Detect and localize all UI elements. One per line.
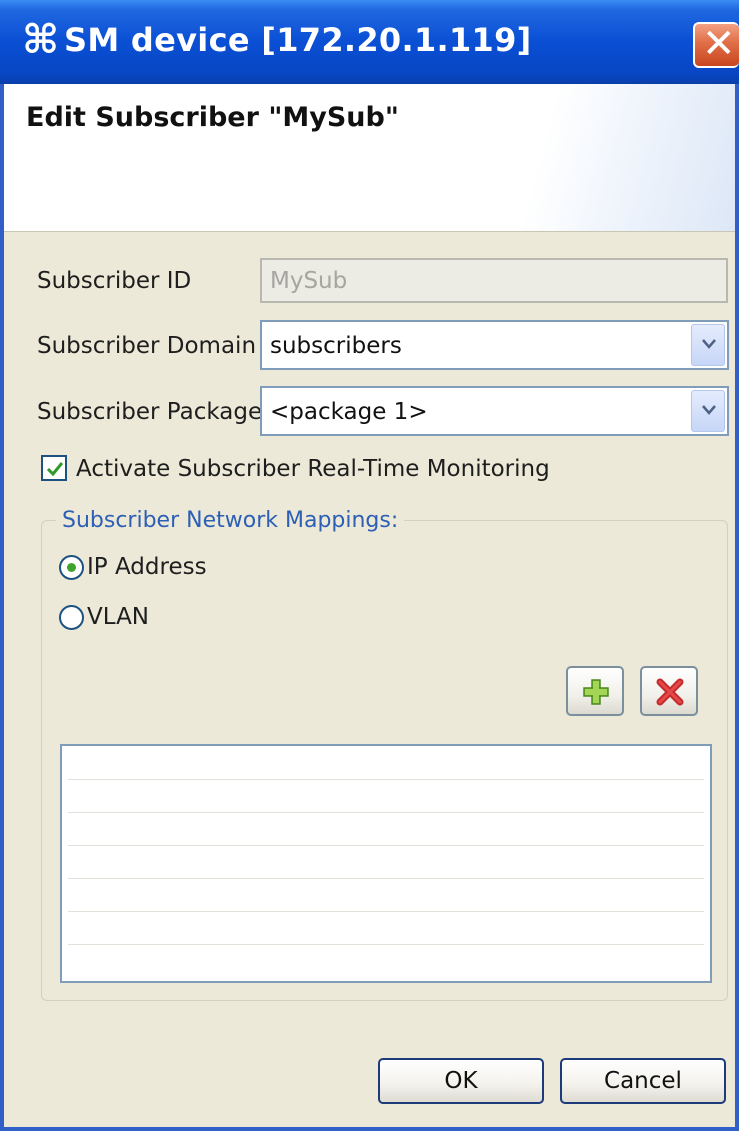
checkmark-icon [46,462,64,477]
subscriber-id-value: MySub [270,268,348,294]
vlan-radio[interactable] [59,605,84,630]
subscriber-domain-label: Subscriber Domain [37,333,257,359]
subscriber-domain-dropdown-button[interactable] [691,324,725,366]
subscriber-id-field: MySub [260,258,728,303]
vlan-label: VLAN [87,604,150,630]
ok-button[interactable]: OK [378,1058,544,1104]
delete-x-icon [656,678,684,706]
table-row[interactable] [68,911,704,912]
subscriber-package-value: <package 1> [270,399,428,425]
close-button[interactable]: ✕ [693,21,739,68]
mappings-table[interactable] [60,744,712,983]
close-icon: ✕ [702,21,736,67]
monitoring-label: Activate Subscriber Real-Time Monitoring [76,456,550,482]
plus-icon [583,679,609,705]
add-mapping-button[interactable] [566,666,624,716]
command-icon: ⌘ [22,17,60,63]
ip-address-label: IP Address [87,554,207,580]
chevron-down-icon [702,339,716,349]
title-bar[interactable]: ⌘ SM device [172.20.1.119] ✕ [0,0,739,84]
remove-mapping-button[interactable] [640,666,698,716]
table-row[interactable] [68,812,704,813]
monitoring-checkbox[interactable] [41,455,67,481]
table-row[interactable] [68,779,704,780]
table-row[interactable] [68,944,704,945]
network-mappings-legend: Subscriber Network Mappings: [56,508,405,534]
window-title: SM device [172.20.1.119] [64,21,532,59]
dialog-window: ⌘ SM device [172.20.1.119] ✕ Edit Subscr… [0,0,739,1131]
ip-address-radio[interactable] [59,555,84,580]
table-row[interactable] [68,878,704,879]
chevron-down-icon [702,405,716,415]
radio-selected-dot [67,563,76,572]
subscriber-domain-select[interactable]: subscribers [260,320,729,370]
subscriber-domain-value: subscribers [270,333,402,359]
dialog-heading: Edit Subscriber "MySub" [26,102,399,133]
dialog-banner: Edit Subscriber "MySub" [4,84,735,232]
subscriber-package-label: Subscriber Package [37,399,263,425]
subscriber-package-dropdown-button[interactable] [691,390,725,432]
cancel-button[interactable]: Cancel [560,1058,726,1104]
subscriber-id-label: Subscriber ID [37,268,192,294]
subscriber-package-select[interactable]: <package 1> [260,386,729,436]
table-row[interactable] [68,845,704,846]
